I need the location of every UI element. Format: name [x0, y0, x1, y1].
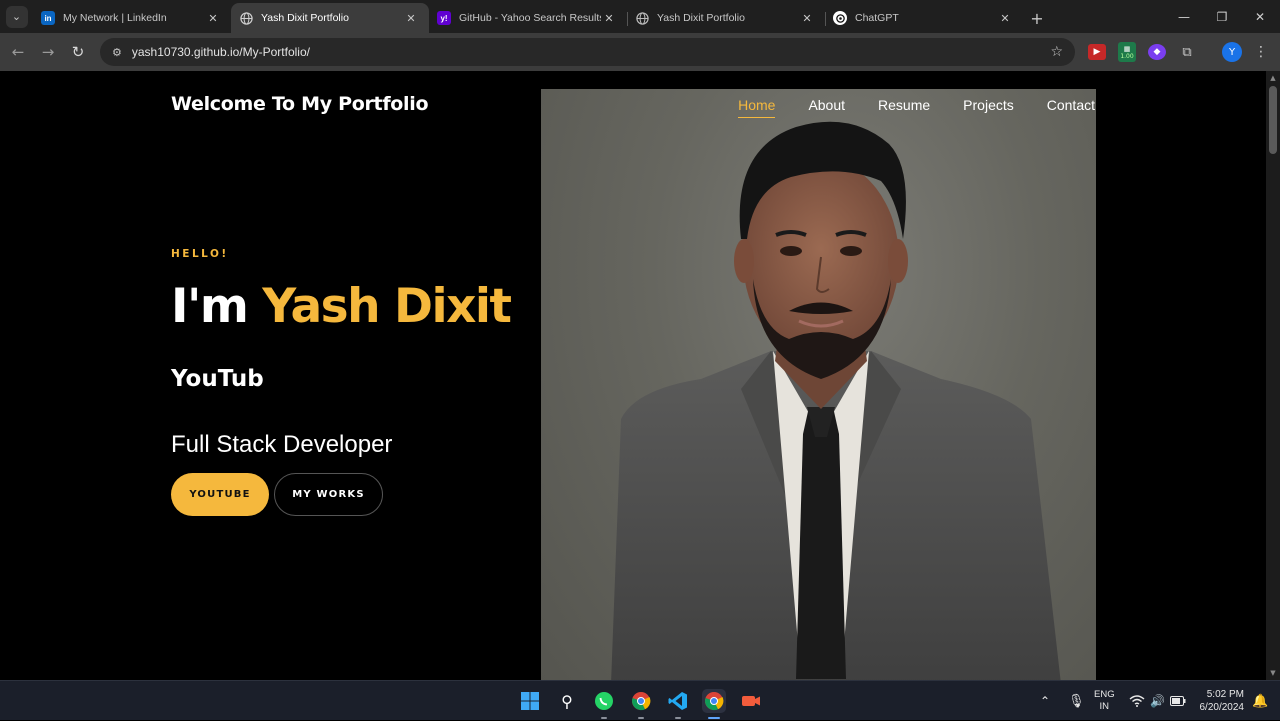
extension-pdf-icon[interactable]: ▶: [1088, 44, 1106, 60]
linkedin-icon: in: [41, 11, 55, 25]
volume-icon[interactable]: 🔊: [1150, 681, 1165, 721]
globe-icon: [239, 11, 253, 25]
chatgpt-icon: [833, 11, 847, 25]
url-text: yash10730.github.io/My-Portfolio/: [131, 45, 310, 59]
tab-title: Yash Dixit Portfolio: [261, 12, 349, 24]
tab-linkedin[interactable]: in My Network | LinkedIn ✕: [33, 3, 232, 33]
main-nav: Home About Resume Projects Contact: [738, 97, 1095, 118]
intro-name: Yash Dixit: [262, 279, 512, 334]
portfolio-page: Welcome To My Portfolio Home About Resum…: [0, 71, 1266, 680]
tab-portfolio-active[interactable]: Yash Dixit Portfolio ✕: [231, 3, 429, 33]
search-icon[interactable]: ⚲: [555, 689, 579, 713]
tab-search-button[interactable]: ⌄: [0, 0, 33, 33]
profile-avatar[interactable]: Y: [1222, 42, 1242, 62]
notification-bell-icon[interactable]: 🔔: [1252, 681, 1268, 721]
back-arrow-icon[interactable]: ←: [3, 37, 33, 67]
close-icon[interactable]: ✕: [205, 12, 221, 25]
chrome-icon[interactable]: [629, 689, 653, 713]
extension-ai-icon[interactable]: ◆: [1148, 44, 1166, 60]
microphone-icon[interactable]: 🎙: [1068, 681, 1085, 721]
more-menu-icon[interactable]: ⋮: [1252, 44, 1270, 60]
vscode-icon[interactable]: [666, 689, 690, 713]
tab-title: ChatGPT: [855, 12, 899, 24]
chevron-down-icon: ⌄: [5, 5, 28, 28]
tab-chatgpt[interactable]: ChatGPT ✕: [825, 3, 1023, 33]
address-bar[interactable]: ⚙ yash10730.github.io/My-Portfolio/ ☆: [100, 38, 1075, 66]
language-indicator[interactable]: ENG IN: [1094, 681, 1115, 721]
close-icon[interactable]: ✕: [799, 12, 815, 25]
scroll-down-icon[interactable]: ▼: [1268, 669, 1278, 677]
typing-text: YouTub: [171, 366, 264, 392]
tab-strip: ⌄ in My Network | LinkedIn ✕ Yash Dixit …: [0, 0, 1280, 33]
tab-title: Yash Dixit Portfolio: [657, 12, 745, 24]
globe-icon: [635, 11, 649, 25]
nav-contact[interactable]: Contact: [1047, 97, 1095, 117]
tab-title: My Network | LinkedIn: [63, 12, 167, 24]
tab-title: GitHub - Yahoo Search Results: [459, 12, 601, 24]
whatsapp-icon[interactable]: [592, 689, 616, 713]
extensions-puzzle-icon[interactable]: ⧉: [1178, 44, 1196, 60]
battery-icon[interactable]: [1170, 681, 1186, 721]
hero-heading: I'm Yash Dixit: [171, 279, 512, 334]
reload-icon[interactable]: ↻: [63, 37, 93, 67]
youtube-button[interactable]: YOUTUBE: [171, 473, 269, 516]
scrollbar-thumb[interactable]: [1269, 86, 1277, 154]
windows-start-icon[interactable]: [518, 689, 542, 713]
tab-yahoo[interactable]: y! GitHub - Yahoo Search Results ✕: [429, 3, 628, 33]
role-text: Full Stack Developer: [171, 431, 393, 458]
close-icon[interactable]: ✕: [997, 12, 1013, 25]
show-hidden-icons-icon[interactable]: ⌃: [1040, 681, 1050, 721]
nav-home[interactable]: Home: [738, 97, 776, 118]
restore-icon[interactable]: ❐: [1203, 0, 1241, 33]
site-settings-icon[interactable]: ⚙: [112, 46, 122, 59]
extension-speed-icon[interactable]: ▦ 1.00: [1118, 42, 1136, 62]
forward-arrow-icon[interactable]: →: [33, 37, 63, 67]
minimize-icon[interactable]: —: [1165, 0, 1203, 33]
scroll-up-icon[interactable]: ▲: [1268, 74, 1278, 82]
wifi-icon[interactable]: [1129, 681, 1145, 721]
intro-prefix: I'm: [171, 279, 249, 334]
hello-label: HELLO!: [171, 248, 229, 260]
profile-photo: [541, 89, 1096, 680]
my-works-button[interactable]: MY WORKS: [274, 473, 383, 516]
screen-recorder-icon[interactable]: [739, 689, 763, 713]
taskbar: ⚲ ⌃ 🎙 ENG IN 🔊 5:02 PM 6/20/2024 🔔: [0, 680, 1280, 720]
bookmark-star-icon[interactable]: ☆: [1050, 44, 1063, 60]
clock[interactable]: 5:02 PM 6/20/2024: [1196, 681, 1245, 721]
chrome-profile-icon[interactable]: [702, 689, 726, 713]
page-scrollbar[interactable]: [1266, 71, 1280, 680]
close-window-icon[interactable]: ✕: [1241, 0, 1279, 33]
close-icon[interactable]: ✕: [601, 12, 617, 25]
nav-resume[interactable]: Resume: [878, 97, 930, 117]
new-tab-button[interactable]: +: [1023, 3, 1051, 33]
nav-projects[interactable]: Projects: [963, 97, 1014, 117]
close-icon[interactable]: ✕: [403, 12, 419, 25]
site-brand[interactable]: Welcome To My Portfolio: [171, 93, 429, 115]
nav-about[interactable]: About: [808, 97, 845, 117]
yahoo-icon: y!: [437, 11, 451, 25]
tab-portfolio[interactable]: Yash Dixit Portfolio ✕: [627, 3, 826, 33]
